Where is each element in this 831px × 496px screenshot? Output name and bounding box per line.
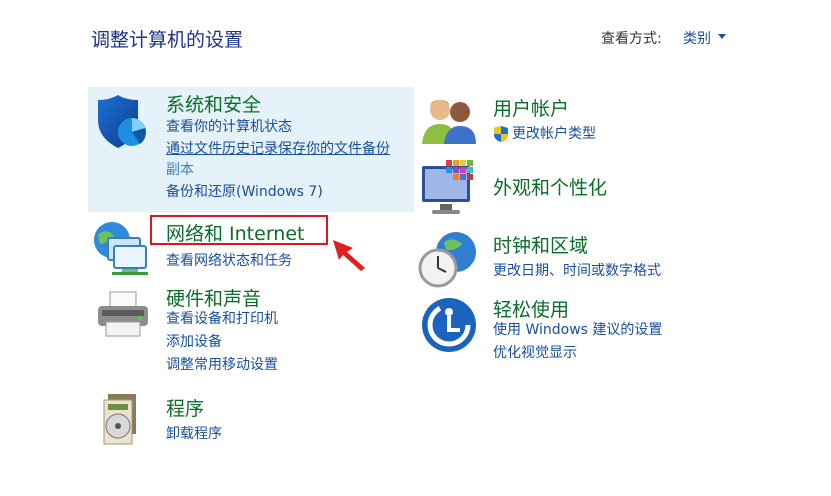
view-network-status-link[interactable]: 查看网络状态和任务 — [166, 251, 292, 271]
red-arrow-annotation — [333, 240, 365, 271]
file-history-link[interactable]: 通过文件历史记录保存你的文件备份 — [166, 139, 390, 159]
shield-icon — [98, 95, 146, 148]
add-device-link[interactable]: 添加设备 — [166, 332, 222, 352]
network-internet-title[interactable]: 网络和 Internet — [166, 219, 304, 246]
monitor-icon — [422, 160, 473, 214]
programs-icon — [103, 394, 136, 445]
clock-globe-icon — [418, 232, 476, 288]
view-by-label: 查看方式: — [601, 31, 662, 47]
optimize-display-link[interactable]: 优化视觉显示 — [493, 343, 577, 363]
ease-of-access-title[interactable]: 轻松使用 — [493, 295, 569, 322]
change-account-type-link[interactable]: 更改帐户类型 — [512, 124, 596, 144]
printer-icon — [98, 291, 148, 337]
system-security-title[interactable]: 系统和安全 — [166, 90, 261, 117]
ease-of-access-icon — [422, 298, 476, 352]
users-icon — [422, 100, 476, 144]
view-computer-status-link[interactable]: 查看你的计算机状态 — [166, 117, 292, 137]
programs-title[interactable]: 程序 — [166, 394, 204, 421]
user-accounts-title[interactable]: 用户帐户 — [493, 94, 569, 121]
hardware-sound-title[interactable]: 硬件和声音 — [166, 284, 261, 311]
change-date-time-link[interactable]: 更改日期、时间或数字格式 — [493, 261, 661, 281]
uac-shield-icon — [494, 126, 508, 142]
chevron-down-icon[interactable] — [718, 34, 726, 39]
page-title: 调整计算机的设置 — [91, 29, 244, 51]
view-by-dropdown[interactable]: 类别 — [683, 28, 711, 48]
mobility-settings-link[interactable]: 调整常用移动设置 — [166, 355, 278, 375]
recommended-settings-link[interactable]: 使用 Windows 建议的设置 — [493, 320, 662, 340]
appearance-title[interactable]: 外观和个性化 — [493, 173, 607, 200]
network-icon — [94, 222, 148, 275]
clock-region-title[interactable]: 时钟和区域 — [493, 231, 588, 258]
file-history-link-continued[interactable]: 副本 — [166, 160, 194, 180]
backup-restore-link[interactable]: 备份和还原(Windows 7) — [166, 182, 323, 202]
uninstall-program-link[interactable]: 卸载程序 — [166, 424, 222, 444]
view-devices-printers-link[interactable]: 查看设备和打印机 — [166, 309, 278, 329]
